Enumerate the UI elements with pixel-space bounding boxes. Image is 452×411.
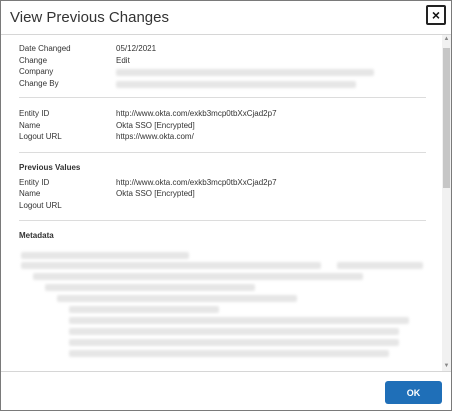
vertical-scrollbar[interactable]: ▲ ▼ — [442, 35, 451, 371]
company-label: Company — [19, 67, 54, 76]
dialog-content[interactable]: Date Changed 05/12/2021 Change Edit Comp… — [1, 35, 451, 371]
change-value: Edit — [116, 55, 130, 65]
date-changed-label: Date Changed — [19, 44, 71, 53]
redacted-line — [69, 328, 399, 335]
redacted-line — [69, 339, 399, 346]
dialog-titlebar: View Previous Changes × — [1, 1, 451, 35]
name-label: Name — [19, 120, 41, 130]
redacted-line — [69, 350, 389, 357]
entity-id-row: Entity ID http://www.okta.com/exkb3mcp0t… — [19, 109, 422, 121]
redacted-line — [33, 273, 363, 280]
logout-url-label: Logout URL — [19, 132, 62, 141]
previous-logout-url-label: Logout URL — [19, 200, 62, 210]
change-by-value-redacted — [116, 80, 356, 88]
date-changed-value: 05/12/2021 — [116, 44, 157, 53]
previous-name-label: Name — [19, 189, 41, 198]
entity-id-value: http://www.okta.com/exkb3mcp0tbXxCjad2p7 — [116, 109, 277, 118]
change-label: Change — [19, 55, 48, 65]
scrollbar-thumb[interactable] — [443, 48, 450, 188]
close-icon: × — [431, 7, 441, 23]
previous-entity-id-row: Entity ID http://www.okta.com/exkb3mcp0t… — [19, 178, 422, 190]
metadata-redacted-content — [19, 240, 423, 360]
dialog-footer: OK — [1, 371, 451, 411]
redacted-line — [69, 306, 219, 313]
ok-button[interactable]: OK — [385, 381, 442, 404]
redacted-line — [21, 252, 189, 259]
redacted-line — [337, 262, 423, 269]
company-value-redacted — [116, 69, 374, 76]
logout-url-value: https://www.okta.com/ — [116, 132, 194, 141]
redacted-line — [45, 284, 255, 291]
date-changed-row: Date Changed 05/12/2021 — [19, 44, 422, 56]
close-button[interactable]: × — [426, 5, 446, 25]
view-previous-changes-dialog: View Previous Changes × Date Changed 05/… — [0, 0, 452, 411]
previous-entity-id-label: Entity ID — [19, 177, 50, 187]
previous-values-heading: Previous Values — [19, 162, 81, 172]
previous-logout-url-row: Logout URL — [19, 201, 422, 213]
metadata-heading: Metadata — [19, 231, 54, 240]
previous-entity-id-value: http://www.okta.com/exkb3mcp0tbXxCjad2p7 — [116, 177, 277, 187]
chevron-down-icon[interactable]: ▼ — [442, 362, 451, 371]
redacted-line — [21, 262, 321, 269]
change-by-label: Change By — [19, 78, 59, 88]
redacted-line — [57, 295, 297, 302]
dialog-scroll-content: Date Changed 05/12/2021 Change Edit Comp… — [19, 35, 426, 360]
previous-name-value: Okta SSO [Encrypted] — [116, 189, 195, 198]
logout-url-row: Logout URL https://www.okta.com/ — [19, 132, 422, 144]
name-value: Okta SSO [Encrypted] — [116, 120, 195, 130]
name-row: Name Okta SSO [Encrypted] — [19, 121, 422, 133]
company-row: Company — [19, 67, 422, 79]
dialog-title: View Previous Changes — [10, 9, 169, 26]
entity-id-label: Entity ID — [19, 109, 50, 118]
previous-name-row: Name Okta SSO [Encrypted] — [19, 189, 422, 201]
change-row: Change Edit — [19, 56, 422, 68]
chevron-up-icon[interactable]: ▲ — [442, 35, 451, 44]
redacted-line — [69, 317, 409, 324]
change-by-row: Change By — [19, 79, 422, 91]
